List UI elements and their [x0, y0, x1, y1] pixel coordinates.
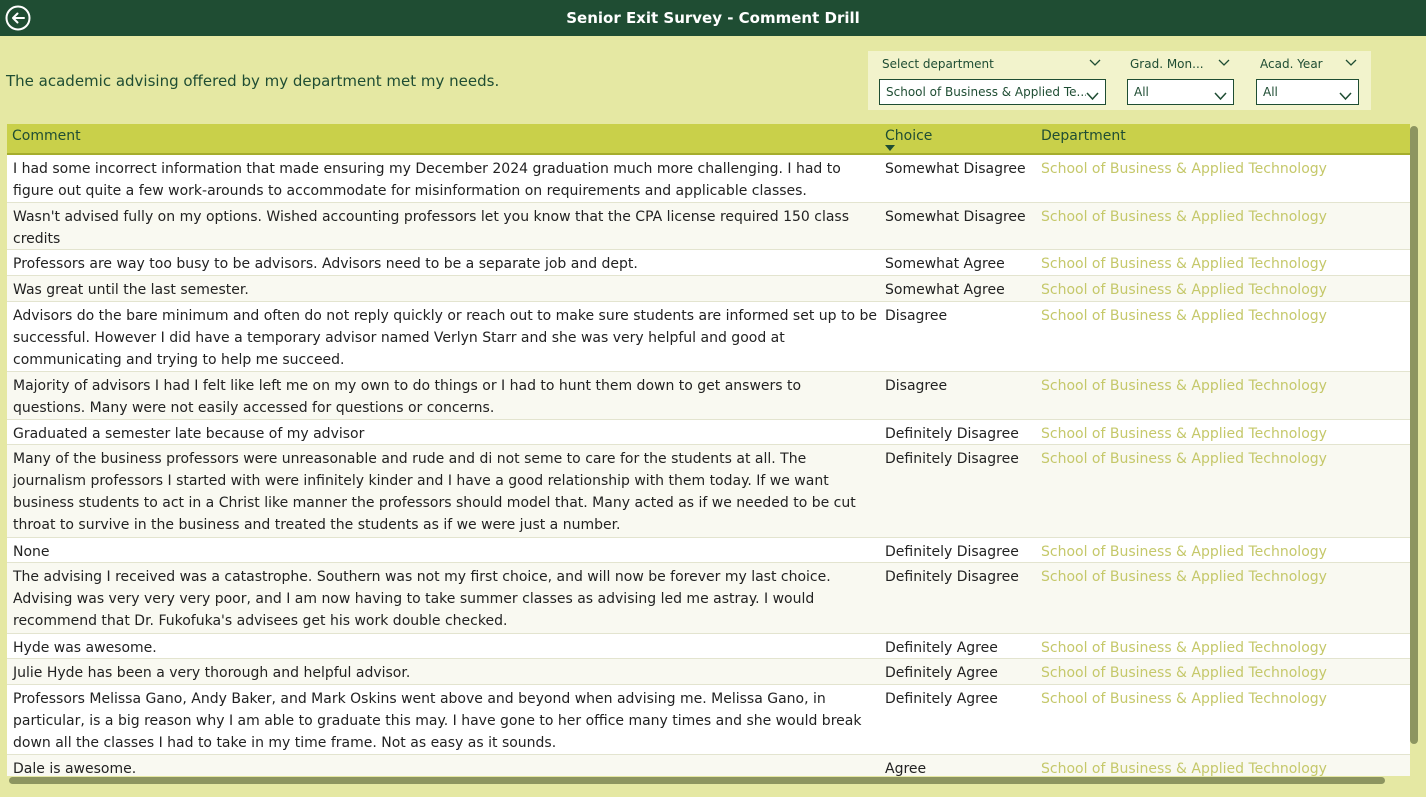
comment-cell: Majority of advisors I had I felt like l…	[13, 378, 802, 416]
comment-cell: Many of the business professors were unr…	[13, 451, 856, 533]
department-dropdown-value: School of Business & Applied Te...	[886, 85, 1086, 99]
department-cell: School of Business & Applied Technology	[1041, 665, 1327, 681]
sort-descending-icon	[885, 145, 895, 151]
department-cell: School of Business & Applied Technology	[1041, 378, 1327, 394]
choice-cell: Definitely Disagree	[885, 451, 1019, 467]
department-cell: School of Business & Applied Technology	[1041, 209, 1327, 225]
table-row[interactable]: Many of the business professors were unr…	[7, 445, 1410, 538]
choice-cell: Somewhat Agree	[885, 256, 1005, 272]
comment-cell: Wasn't advised fully on my options. Wish…	[13, 209, 849, 247]
table-row[interactable]: Majority of advisors I had I felt like l…	[7, 372, 1410, 420]
choice-cell: Definitely Disagree	[885, 426, 1019, 442]
table-row[interactable]: Hyde was awesome. Definitely Agree School …	[7, 634, 1410, 659]
chevron-down-icon	[1214, 86, 1227, 105]
filter-panel: Select department School of Business & A…	[868, 51, 1371, 110]
department-cell: School of Business & Applied Technology	[1041, 426, 1327, 442]
column-header-choice[interactable]: Choice	[885, 128, 932, 144]
department-cell: School of Business & Applied Technology	[1041, 308, 1327, 324]
department-cell: School of Business & Applied Technology	[1041, 640, 1327, 656]
choice-cell: Somewhat Disagree	[885, 161, 1026, 177]
table-row[interactable]: Advisors do the bare minimum and often d…	[7, 302, 1410, 372]
department-cell: School of Business & Applied Technology	[1041, 161, 1327, 177]
grad-month-dropdown-value: All	[1134, 85, 1149, 99]
table-row[interactable]: The advising I received was a catastroph…	[7, 563, 1410, 634]
chevron-down-icon[interactable]	[1345, 57, 1357, 70]
comment-cell: Was great until the last semester.	[13, 282, 249, 298]
comment-cell: Professors Melissa Gano, Andy Baker, and…	[13, 691, 862, 751]
acad-year-filter-label: Acad. Year	[1260, 57, 1323, 71]
choice-cell: Definitely Disagree	[885, 544, 1019, 560]
department-cell: School of Business & Applied Technology	[1041, 282, 1327, 298]
table-row[interactable]: Was great until the last semester. Somewh…	[7, 276, 1410, 302]
comment-cell: The advising I received was a catastroph…	[13, 569, 831, 629]
acad-year-dropdown[interactable]: All	[1256, 79, 1359, 105]
comment-cell: Hyde was awesome.	[13, 640, 157, 656]
table-row[interactable]: Wasn't advised fully on my options. Wish…	[7, 203, 1410, 250]
choice-cell: Definitely Agree	[885, 691, 998, 707]
department-cell: School of Business & Applied Technology	[1041, 761, 1327, 776]
choice-cell: Somewhat Agree	[885, 282, 1005, 298]
vertical-scrollbar[interactable]	[1410, 126, 1418, 744]
choice-cell: Definitely Agree	[885, 640, 998, 656]
acad-year-dropdown-value: All	[1263, 85, 1278, 99]
table-row[interactable]: Dale is awesome. Agree School of Business …	[7, 755, 1410, 776]
choice-cell: Disagree	[885, 308, 948, 324]
comment-cell: Advisors do the bare minimum and often d…	[13, 308, 877, 368]
table-header: Comment Choice Department	[7, 124, 1410, 155]
back-arrow-icon[interactable]	[5, 5, 31, 31]
choice-cell: Disagree	[885, 378, 948, 394]
column-header-department[interactable]: Department	[1041, 128, 1126, 144]
comment-cell: None	[13, 544, 50, 560]
choice-cell: Agree	[885, 761, 927, 776]
comment-cell: Professors are way too busy to be adviso…	[13, 256, 638, 272]
department-cell: School of Business & Applied Technology	[1041, 691, 1327, 707]
comment-cell: I had some incorrect information that ma…	[13, 161, 841, 199]
horizontal-scrollbar[interactable]	[9, 777, 1385, 784]
department-filter-label: Select department	[882, 57, 994, 71]
choice-cell: Definitely Agree	[885, 665, 998, 681]
page-title: Senior Exit Survey - Comment Drill	[566, 9, 860, 27]
table-body: I had some incorrect information that ma…	[7, 155, 1410, 776]
department-cell: School of Business & Applied Technology	[1041, 451, 1327, 467]
grad-month-dropdown[interactable]: All	[1127, 79, 1234, 105]
table-row[interactable]: None Definitely Disagree School of Busines…	[7, 538, 1410, 563]
table-row[interactable]: Professors Melissa Gano, Andy Baker, and…	[7, 685, 1410, 755]
department-cell: School of Business & Applied Technology	[1041, 544, 1327, 560]
choice-cell: Somewhat Disagree	[885, 209, 1026, 225]
comment-cell: Dale is awesome.	[13, 761, 137, 776]
choice-cell: Definitely Disagree	[885, 569, 1019, 585]
top-bar: Senior Exit Survey - Comment Drill	[0, 0, 1426, 36]
department-cell: School of Business & Applied Technology	[1041, 569, 1327, 585]
comments-table: Comment Choice Department I had some inc…	[7, 124, 1410, 776]
chevron-down-icon[interactable]	[1218, 57, 1230, 70]
chevron-down-icon	[1339, 86, 1352, 105]
table-row[interactable]: Professors are way too busy to be adviso…	[7, 250, 1410, 276]
grad-month-filter-label: Grad. Mon...	[1130, 57, 1204, 71]
comment-cell: Julie Hyde has been a very thorough and …	[13, 665, 411, 681]
survey-question: The academic advising offered by my depa…	[6, 72, 500, 90]
table-row[interactable]: Julie Hyde has been a very thorough and …	[7, 659, 1410, 685]
chevron-down-icon[interactable]	[1089, 57, 1101, 70]
chevron-down-icon	[1086, 86, 1099, 105]
column-header-comment[interactable]: Comment	[12, 128, 81, 144]
table-row[interactable]: I had some incorrect information that ma…	[7, 155, 1410, 203]
department-cell: School of Business & Applied Technology	[1041, 256, 1327, 272]
department-dropdown[interactable]: School of Business & Applied Te...	[879, 79, 1106, 105]
table-row[interactable]: Graduated a semester late because of my …	[7, 420, 1410, 445]
comment-cell: Graduated a semester late because of my …	[13, 426, 365, 442]
